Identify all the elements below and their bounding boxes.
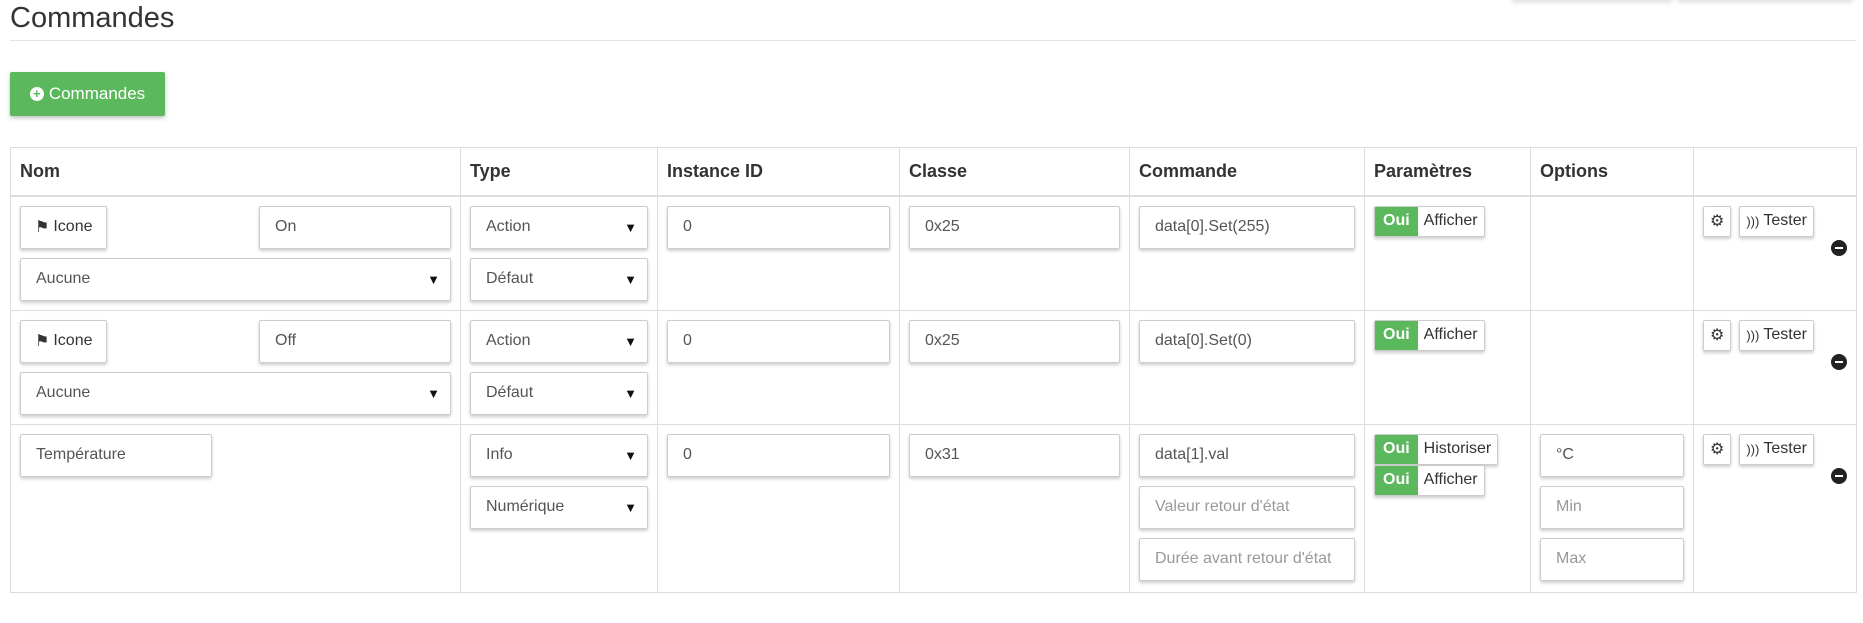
instance-id-input[interactable]: 0: [667, 319, 890, 363]
rss-icon: ))): [1746, 213, 1760, 229]
caret-down-icon: ▼: [624, 447, 637, 463]
remove-icon[interactable]: [1831, 467, 1847, 484]
command-input[interactable]: data[0].Set(255): [1139, 205, 1355, 249]
test-button[interactable]: ))) Tester: [1739, 205, 1814, 237]
caret-down-icon: ▼: [624, 271, 637, 287]
configure-button[interactable]: ⚙: [1703, 319, 1732, 351]
column-header: Commande: [1129, 147, 1365, 197]
caret-down-icon: ▼: [624, 499, 637, 515]
toggle-afficher[interactable]: Oui Afficher: [1374, 205, 1485, 237]
add-command-button[interactable]: + Commandes: [10, 72, 165, 116]
name-input[interactable]: Off: [259, 319, 451, 363]
toggle-afficher[interactable]: Oui Afficher: [1374, 464, 1485, 496]
classe-input[interactable]: 0x25: [909, 319, 1120, 363]
remove-icon[interactable]: [1831, 353, 1847, 370]
page-title: Commandes: [10, 2, 175, 34]
classe-input[interactable]: 0x31: [909, 433, 1120, 477]
caret-down-icon: ▼: [427, 271, 440, 287]
gears-icon: ⚙: [1710, 213, 1725, 230]
caret-down-icon: ▼: [624, 385, 637, 401]
max-input[interactable]: Max: [1540, 537, 1684, 581]
min-input[interactable]: Min: [1540, 485, 1684, 529]
caret-down-icon: ▼: [427, 385, 440, 401]
subtype-select[interactable]: Numérique ▼: [470, 485, 648, 529]
command-input[interactable]: data[1].val: [1139, 433, 1355, 477]
return-value-input[interactable]: Valeur retour d'état: [1139, 485, 1355, 529]
return-delay-input[interactable]: Durée avant retour d'état: [1139, 537, 1355, 581]
column-header: Nom: [10, 147, 461, 197]
caret-down-icon: ▼: [624, 333, 637, 349]
icon-button[interactable]: ⚑ Icone: [20, 205, 108, 249]
subtype-select[interactable]: Défaut ▼: [470, 371, 648, 415]
column-header: Options: [1530, 147, 1694, 197]
instance-id-input[interactable]: 0: [667, 205, 890, 249]
rss-icon: ))): [1746, 327, 1760, 343]
parent-select[interactable]: Aucune ▼: [20, 371, 451, 415]
column-header: Type: [460, 147, 658, 197]
table-row: ⚑ Icone On Aucune ▼ Action ▼ Défaut ▼ 0 0x25 d…: [10, 195, 1857, 311]
test-button[interactable]: ))) Tester: [1739, 319, 1814, 351]
test-button[interactable]: ))) Tester: [1739, 433, 1814, 465]
divider: [10, 40, 1856, 41]
classe-input[interactable]: 0x25: [909, 205, 1120, 249]
gears-icon: ⚙: [1710, 327, 1725, 344]
gears-icon: ⚙: [1710, 441, 1725, 458]
column-header: Classe: [899, 147, 1130, 197]
plus-circle-icon: +: [29, 87, 44, 101]
toggle-historiser[interactable]: Oui Historiser: [1374, 433, 1499, 465]
configure-button[interactable]: ⚙: [1703, 433, 1732, 465]
column-header: Instance ID: [657, 147, 900, 197]
toggle-afficher[interactable]: Oui Afficher: [1374, 319, 1485, 351]
type-select[interactable]: Action ▼: [470, 319, 648, 363]
unit-input[interactable]: °C: [1540, 433, 1684, 477]
remove-icon[interactable]: [1831, 239, 1847, 256]
table-row: ⚑ Icone Off Aucune ▼ Action ▼ Défaut ▼ 0 0x25 …: [10, 309, 1857, 425]
icon-button[interactable]: ⚑ Icone: [20, 319, 108, 363]
flag-icon: ⚑: [35, 219, 50, 236]
instance-id-input[interactable]: 0: [667, 433, 890, 477]
name-input[interactable]: On: [259, 205, 451, 249]
caret-down-icon: ▼: [624, 219, 637, 235]
type-select[interactable]: Info ▼: [470, 433, 648, 477]
column-header: Paramètres: [1364, 147, 1531, 197]
subtype-select[interactable]: Défaut ▼: [470, 257, 648, 301]
configure-button[interactable]: ⚙: [1703, 205, 1732, 237]
name-input[interactable]: Température: [20, 433, 212, 477]
rss-icon: ))): [1746, 441, 1760, 457]
type-select[interactable]: Action ▼: [470, 205, 648, 249]
table-row: Température Info ▼ Numérique ▼ 0 0x31 data[…: [10, 423, 1857, 593]
commands-table: Nom Type Instance ID Classe Commande Paramètr…: [10, 147, 1857, 593]
parent-select[interactable]: Aucune ▼: [20, 257, 451, 301]
flag-icon: ⚑: [35, 333, 50, 350]
command-input[interactable]: data[0].Set(0): [1139, 319, 1355, 363]
column-header: [1693, 147, 1857, 197]
